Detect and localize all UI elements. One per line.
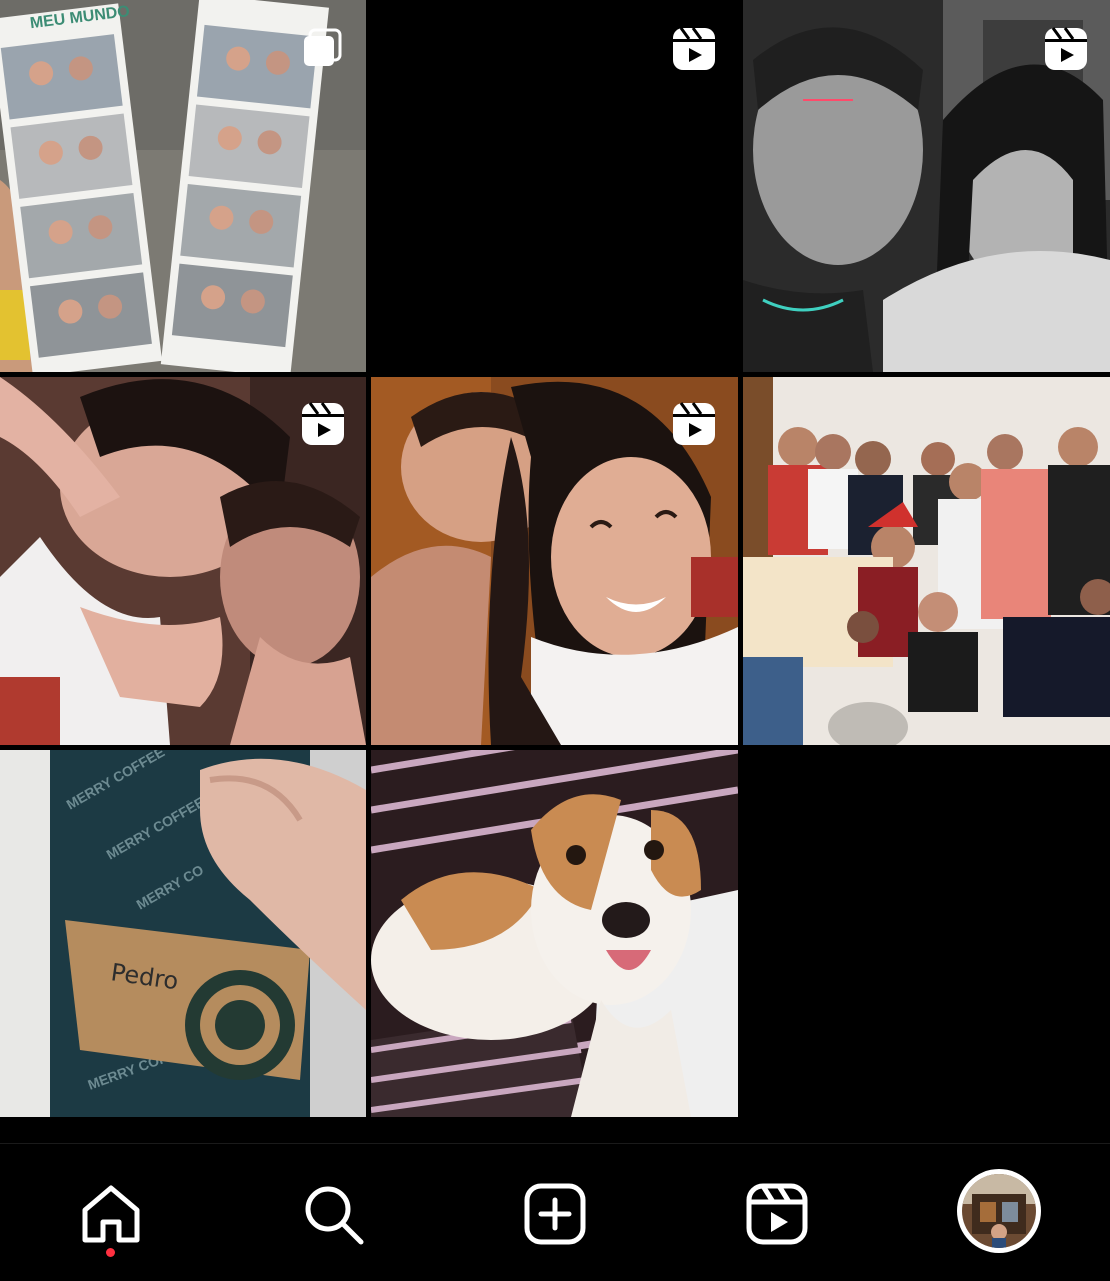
nav-search-button[interactable] [293, 1174, 373, 1254]
reels-icon [302, 402, 344, 445]
reels-icon [1045, 27, 1087, 70]
post-tile-reel-couple-close[interactable] [0, 377, 366, 745]
carousel-icon [304, 28, 342, 66]
reels-icon [746, 1183, 808, 1245]
post-image [371, 750, 738, 1117]
bottom-nav-bar [0, 1143, 1110, 1281]
nav-create-button[interactable] [515, 1174, 595, 1254]
notification-dot [106, 1248, 115, 1257]
post-image [743, 377, 1110, 745]
nav-home-button[interactable] [71, 1174, 151, 1254]
reels-icon [673, 27, 715, 70]
nav-reels-button[interactable] [737, 1174, 817, 1254]
post-tile-reel-couple-glitch[interactable] [743, 0, 1110, 372]
create-post-icon [524, 1183, 586, 1245]
post-tile-reel-black[interactable] [371, 0, 738, 372]
post-image: MERRY COFFEE MERRY COFFEE MERRY CO MERRY… [0, 750, 366, 1117]
post-tile-group-party[interactable] [743, 377, 1110, 745]
post-tile-starbucks-cup[interactable]: MERRY COFFEE MERRY COFFEE MERRY CO MERRY… [0, 750, 366, 1117]
reels-icon [673, 402, 715, 445]
avatar-image [962, 1174, 1036, 1248]
home-icon [82, 1185, 140, 1243]
profile-posts-grid: MEU MUNDO MERRY COFFEE MERRY COFFEE MERR… [0, 0, 1110, 1117]
post-tile-photo-booth[interactable]: MEU MUNDO [0, 0, 366, 372]
nav-profile-button[interactable] [957, 1169, 1041, 1253]
profile-avatar [962, 1174, 1036, 1248]
post-tile-reel-couple-smile[interactable] [371, 377, 738, 745]
post-tile-dog[interactable] [371, 750, 738, 1117]
search-icon [305, 1186, 364, 1245]
